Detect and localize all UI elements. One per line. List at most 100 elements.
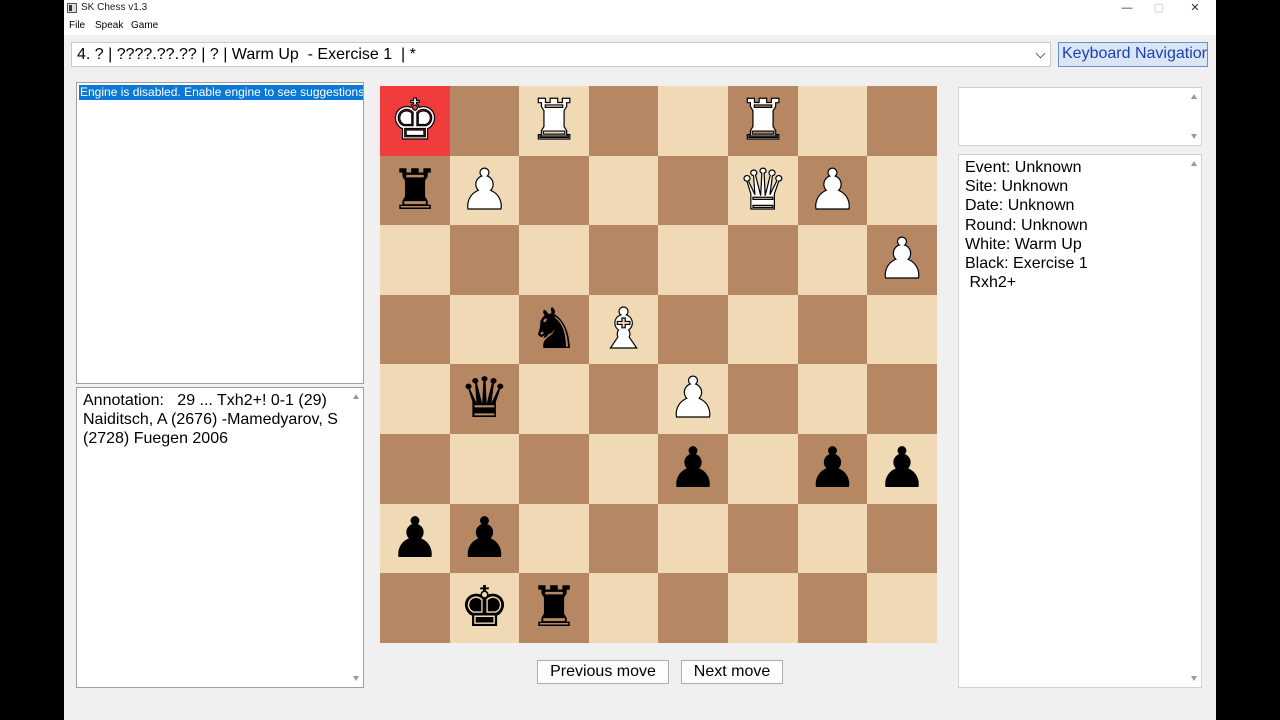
- square-b6[interactable]: [450, 225, 519, 295]
- annotation-panel[interactable]: Annotation: 29 ... Txh2+! 0-1 (29) Naidi…: [76, 387, 364, 688]
- square-d8[interactable]: [589, 86, 658, 156]
- square-d6[interactable]: [589, 225, 658, 295]
- black-knight-piece[interactable]: ♞: [529, 301, 579, 358]
- square-e1[interactable]: [658, 573, 728, 643]
- next-move-button[interactable]: Next move: [681, 660, 783, 684]
- square-g2[interactable]: [798, 504, 867, 573]
- previous-move-button[interactable]: Previous move: [537, 660, 669, 684]
- square-d7[interactable]: [589, 156, 658, 225]
- square-c6[interactable]: [519, 225, 589, 295]
- engine-suggestions-list[interactable]: Engine is disabled. Enable engine to see…: [76, 82, 364, 384]
- black-pawn-piece[interactable]: ♟: [807, 441, 857, 497]
- square-d1[interactable]: [589, 573, 658, 643]
- square-b5[interactable]: [450, 295, 519, 364]
- black-pawn-piece[interactable]: ♟: [459, 510, 509, 567]
- move-list-box[interactable]: [958, 87, 1202, 146]
- game-info-panel[interactable]: Event: Unknown Site: Unknown Date: Unknown…: [958, 154, 1202, 688]
- square-g3[interactable]: ♟: [798, 434, 867, 504]
- square-e6[interactable]: [658, 225, 728, 295]
- square-a4[interactable]: [380, 364, 450, 434]
- scroll-up-icon[interactable]: [1191, 161, 1197, 166]
- square-d5[interactable]: ♝: [589, 295, 658, 364]
- square-c7[interactable]: [519, 156, 589, 225]
- square-h4[interactable]: [867, 364, 937, 434]
- square-c2[interactable]: [519, 504, 589, 573]
- square-e4[interactable]: ♟: [658, 364, 728, 434]
- close-button[interactable]: ✕: [1177, 0, 1213, 17]
- square-f5[interactable]: [728, 295, 798, 364]
- square-f1[interactable]: [728, 573, 798, 643]
- square-b1[interactable]: ♚: [450, 573, 519, 643]
- white-pawn-piece[interactable]: ♟: [459, 161, 510, 218]
- square-a5[interactable]: [380, 295, 450, 364]
- menu-file[interactable]: File: [69, 20, 85, 31]
- square-h6[interactable]: ♟: [867, 225, 937, 295]
- square-b4[interactable]: ♛: [450, 364, 519, 434]
- square-g7[interactable]: ♟: [798, 156, 867, 225]
- square-g4[interactable]: [798, 364, 867, 434]
- black-rook-piece[interactable]: ♜: [390, 162, 440, 219]
- square-a7[interactable]: ♜: [380, 156, 450, 225]
- menu-game[interactable]: Game: [131, 20, 158, 31]
- white-pawn-piece[interactable]: ♟: [876, 231, 927, 288]
- square-a3[interactable]: [380, 434, 450, 504]
- square-a6[interactable]: [380, 225, 450, 295]
- square-c3[interactable]: [519, 434, 589, 504]
- minimize-button[interactable]: —: [1109, 0, 1145, 17]
- square-f4[interactable]: [728, 364, 798, 434]
- square-d4[interactable]: [589, 364, 658, 434]
- black-king-piece[interactable]: ♚: [459, 580, 509, 636]
- square-f8[interactable]: ♜: [728, 86, 798, 156]
- white-king-piece[interactable]: ♚: [389, 92, 440, 149]
- scroll-down-icon[interactable]: [353, 676, 359, 681]
- black-pawn-piece[interactable]: ♟: [390, 510, 440, 567]
- square-b2[interactable]: ♟: [450, 504, 519, 573]
- square-b8[interactable]: [450, 86, 519, 156]
- white-bishop-piece[interactable]: ♝: [598, 300, 649, 357]
- square-a1[interactable]: [380, 573, 450, 643]
- maximize-button[interactable]: ▢: [1141, 0, 1177, 17]
- square-f7[interactable]: ♛: [728, 156, 798, 225]
- square-e7[interactable]: [658, 156, 728, 225]
- square-g8[interactable]: [798, 86, 867, 156]
- square-h2[interactable]: [867, 504, 937, 573]
- white-rook-piece[interactable]: ♜: [737, 92, 788, 149]
- move-list-scrollbar[interactable]: [1187, 88, 1201, 145]
- square-e8[interactable]: [658, 86, 728, 156]
- game-select-dropdown[interactable]: 4. ? | ????.??.?? | ? | Warm Up - Exerci…: [71, 42, 1051, 67]
- scroll-down-icon[interactable]: [1191, 134, 1197, 139]
- square-h8[interactable]: [867, 86, 937, 156]
- square-f2[interactable]: [728, 504, 798, 573]
- square-e2[interactable]: [658, 504, 728, 573]
- square-g1[interactable]: [798, 573, 867, 643]
- square-c1[interactable]: ♜: [519, 573, 589, 643]
- square-h5[interactable]: [867, 295, 937, 364]
- keyboard-navigation-button[interactable]: Keyboard Navigation: [1058, 42, 1208, 67]
- square-g5[interactable]: [798, 295, 867, 364]
- square-b7[interactable]: ♟: [450, 156, 519, 225]
- square-e5[interactable]: [658, 295, 728, 364]
- square-c8[interactable]: ♜: [519, 86, 589, 156]
- square-c5[interactable]: ♞: [519, 295, 589, 364]
- scroll-up-icon[interactable]: [353, 394, 359, 399]
- square-e3[interactable]: ♟: [658, 434, 728, 504]
- scroll-down-icon[interactable]: [1191, 676, 1197, 681]
- square-h1[interactable]: [867, 573, 937, 643]
- black-queen-piece[interactable]: ♛: [459, 371, 509, 427]
- square-a2[interactable]: ♟: [380, 504, 450, 573]
- square-h7[interactable]: [867, 156, 937, 225]
- game-info-scrollbar[interactable]: [1187, 155, 1201, 687]
- square-f6[interactable]: [728, 225, 798, 295]
- square-a8[interactable]: ♚: [380, 86, 450, 156]
- square-d3[interactable]: [589, 434, 658, 504]
- square-g6[interactable]: [798, 225, 867, 295]
- square-c4[interactable]: [519, 364, 589, 434]
- chevron-down-icon[interactable]: [1035, 48, 1046, 59]
- square-h3[interactable]: ♟: [867, 434, 937, 504]
- white-rook-piece[interactable]: ♜: [528, 92, 579, 149]
- white-pawn-piece[interactable]: ♟: [667, 370, 718, 427]
- black-pawn-piece[interactable]: ♟: [877, 441, 927, 497]
- white-queen-piece[interactable]: ♛: [737, 161, 788, 218]
- square-b3[interactable]: [450, 434, 519, 504]
- white-pawn-piece[interactable]: ♟: [807, 161, 858, 218]
